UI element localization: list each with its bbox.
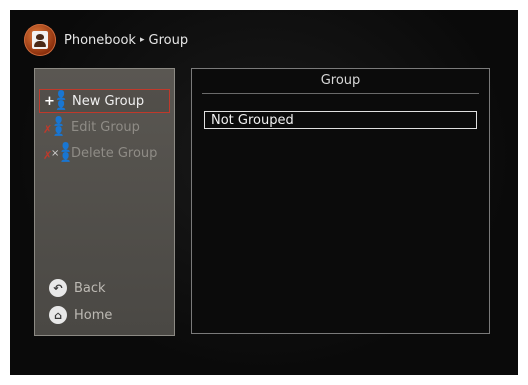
back-icon: ↶ [49,279,67,297]
breadcrumb: Phonebook ▸ Group [64,33,188,48]
add-group-icon: + 👤👤 [44,91,67,111]
new-group-button[interactable]: + 👤👤 New Group [39,89,170,113]
breadcrumb-separator: ▸ [139,35,145,45]
breadcrumb-group: Group [148,32,189,48]
group-list-panel: Group Not Grouped [191,68,490,334]
title-divider [202,93,479,94]
delete-group-label: Delete Group [71,145,158,161]
edit-group-button[interactable]: ✗ 👤👤 Edit Group [39,115,170,139]
delete-group-button[interactable]: ✗ × 👤👤 Delete Group [39,141,170,165]
group-list-item[interactable]: Not Grouped [204,111,477,129]
back-button[interactable]: ↶ Back [49,278,106,298]
delete-group-icon: ✗ × 👤👤 [43,143,72,163]
home-button[interactable]: ⌂ Home [49,305,112,325]
new-group-label: New Group [72,93,145,109]
screen: Phonebook ▸ Group + 👤👤 New Group ✗ 👤👤 Edit… [10,10,518,375]
header: Phonebook ▸ Group [24,22,188,58]
home-label: Home [74,307,113,323]
breadcrumb-phonebook[interactable]: Phonebook [64,33,136,48]
home-icon: ⌂ [49,306,67,324]
edit-group-icon: ✗ 👤👤 [43,117,64,137]
action-menu: + 👤👤 New Group ✗ 👤👤 Edit Group ✗ × 👤👤 Delete… [34,68,175,336]
panel-title: Group [320,73,361,88]
phonebook-contact-icon [24,24,56,56]
back-label: Back [74,280,106,296]
edit-group-label: Edit Group [71,119,140,135]
